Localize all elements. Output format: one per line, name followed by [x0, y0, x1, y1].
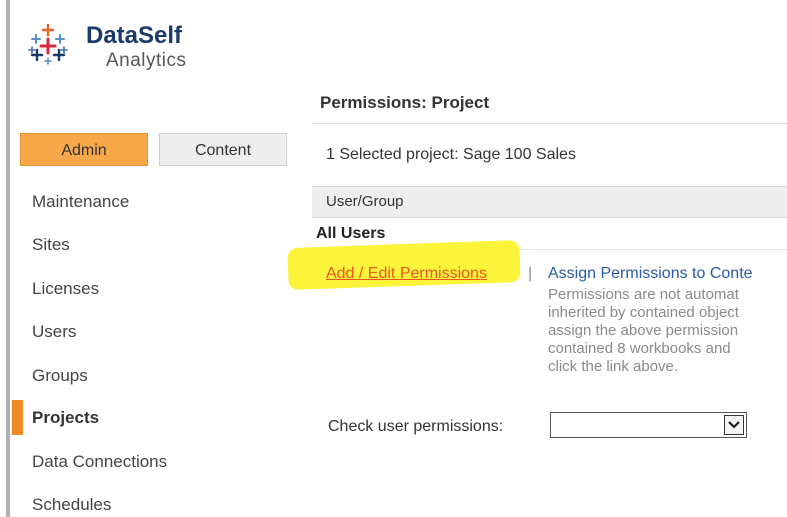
active-item-marker: [12, 400, 23, 435]
sidebar-item-projects[interactable]: Projects: [32, 408, 99, 428]
sidebar-item-groups[interactable]: Groups: [32, 366, 88, 386]
title-divider: [312, 123, 787, 124]
tableau-cross-icon: [28, 23, 68, 65]
sidebar-item-maintenance[interactable]: Maintenance: [32, 192, 129, 212]
tab-content[interactable]: Content: [159, 133, 287, 166]
row-all-users: All Users: [316, 225, 386, 242]
assign-desc-line: click the link above.: [548, 358, 679, 375]
sidebar-item-data-connections[interactable]: Data Connections: [32, 452, 167, 472]
assign-desc-line: Permissions are not automat: [548, 286, 739, 303]
check-user-permissions-select[interactable]: [550, 412, 747, 438]
column-header-user-group[interactable]: User/Group: [326, 193, 404, 210]
grid-header: User/Group: [312, 186, 787, 218]
brand-subtitle: Analytics: [106, 50, 187, 71]
page-title: Permissions: Project: [320, 93, 490, 112]
brand-name: DataSelf: [86, 22, 183, 49]
link-separator: |: [528, 265, 533, 282]
assign-desc-line: contained 8 workbooks and: [548, 340, 731, 357]
sidebar-item-licenses[interactable]: Licenses: [32, 279, 99, 299]
sidebar-item-schedules[interactable]: Schedules: [32, 495, 111, 515]
dropdown-arrow-button[interactable]: [724, 415, 744, 435]
assign-description: Permissions are not automat inherited by…: [548, 286, 787, 376]
sidebar-item-sites[interactable]: Sites: [32, 235, 70, 255]
assign-desc-line: inherited by contained object: [548, 304, 739, 321]
tab-admin[interactable]: Admin: [20, 133, 148, 166]
selected-project-text: 1 Selected project: Sage 100 Sales: [326, 146, 576, 163]
dataself-logo: DataSelf Analytics: [26, 22, 226, 78]
add-edit-permissions-link[interactable]: Add / Edit Permissions: [326, 265, 487, 283]
sidebar-item-users[interactable]: Users: [32, 322, 76, 342]
chevron-down-icon: [728, 421, 740, 429]
assign-desc-line: assign the above permission: [548, 322, 739, 339]
window-left-border: [6, 0, 10, 517]
check-user-permissions-label: Check user permissions:: [328, 418, 504, 435]
assign-permissions-link[interactable]: Assign Permissions to Conte: [548, 265, 753, 283]
